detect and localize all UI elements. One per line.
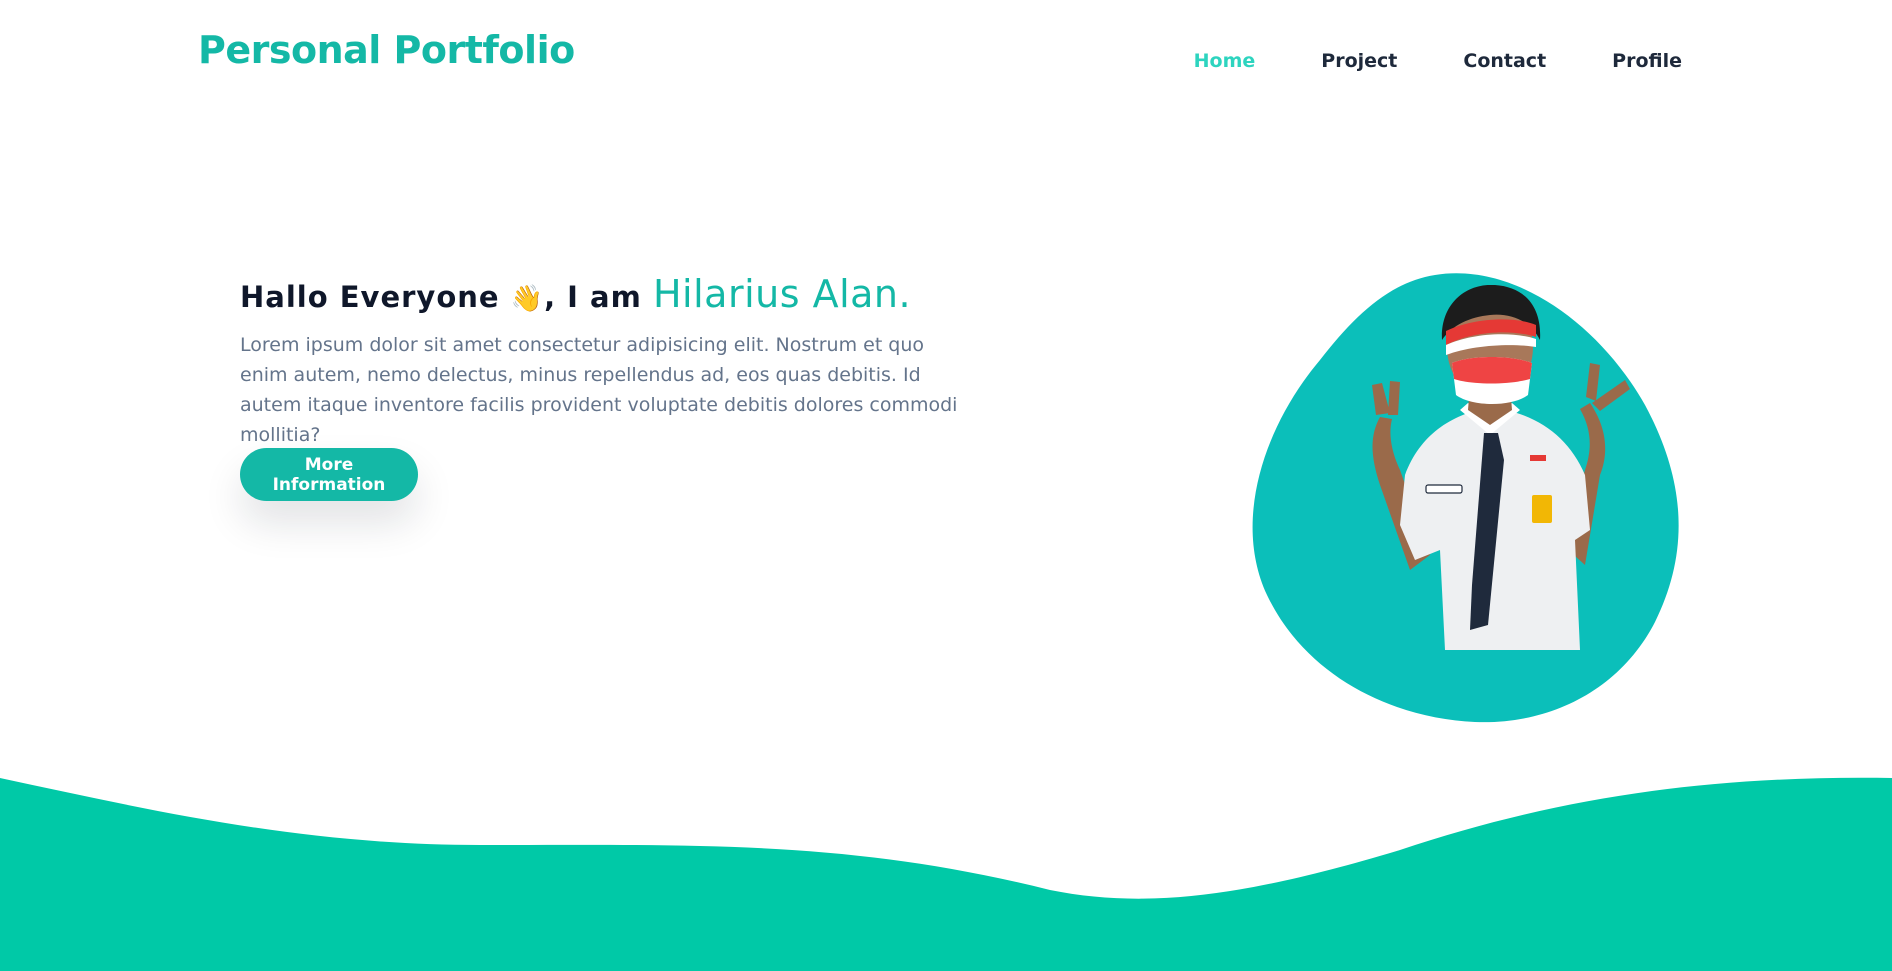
bottom-wave: [0, 777, 1892, 971]
profile-photo: [1372, 285, 1630, 650]
nav-item-home[interactable]: Home: [1194, 50, 1256, 72]
hero-name: Hilarius Alan.: [652, 272, 912, 316]
portfolio-page: Personal Portfolio Home Project Contact …: [0, 0, 1892, 971]
hero-greeting: Hallo Everyone 👋, I am Hilarius Alan.: [240, 272, 911, 316]
greeting-mid: , I am: [544, 280, 642, 314]
greeting-prefix: Hallo Everyone: [240, 280, 500, 314]
more-information-button[interactable]: More Information: [240, 448, 418, 501]
hero-description: Lorem ipsum dolor sit amet consectetur a…: [240, 334, 958, 446]
waving-hand-icon: 👋: [510, 284, 545, 314]
nav-item-profile[interactable]: Profile: [1612, 50, 1682, 72]
wave-path: [0, 777, 1892, 971]
main-nav: Home Project Contact Profile: [1194, 50, 1682, 72]
nav-item-project[interactable]: Project: [1321, 50, 1397, 72]
portrait-figure: [1372, 285, 1630, 650]
brand-logo[interactable]: Personal Portfolio: [198, 28, 575, 72]
nav-item-contact[interactable]: Contact: [1463, 50, 1546, 72]
